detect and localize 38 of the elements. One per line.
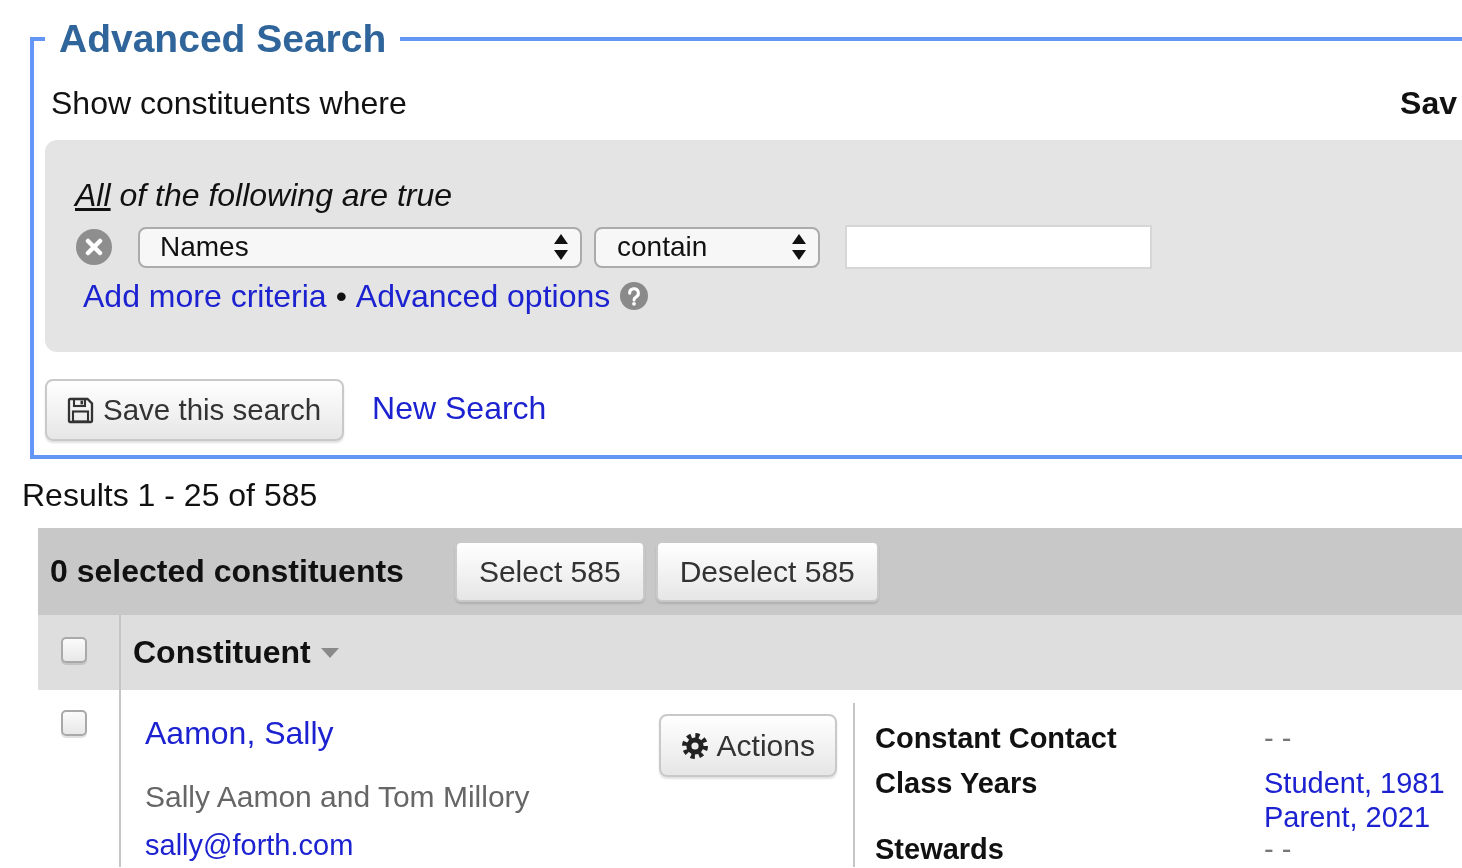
gear-icon [681,732,708,759]
empty-value: - - [1264,721,1292,755]
caret-down-icon [320,647,339,658]
actions-button[interactable]: Actions [658,714,837,777]
email-link[interactable]: sally@forth.com [145,827,354,863]
criteria-link[interactable]: Advanced options [355,277,611,315]
criteria-heading: All of the following are true [75,176,454,214]
selection-button[interactable]: Select 585 [454,541,645,602]
up-down-arrows-icon [554,234,568,260]
help-icon[interactable] [620,282,649,310]
checkbox[interactable] [61,637,87,663]
field-label: Stewards [875,834,1005,864]
value-input[interactable] [845,225,1152,269]
empty-value: - - [1264,834,1292,864]
bullet-separator: • [335,277,347,315]
save-icon [67,396,94,424]
checkbox[interactable] [61,710,87,736]
panel-title: Advanced Search [58,16,388,62]
field-select[interactable]: Names [138,226,582,268]
value-link[interactable]: Parent, 2021 [1264,800,1431,834]
results-summary: Results 1 - 25 of 585 [22,476,318,514]
value-link[interactable]: Student, 1981 [1264,766,1445,800]
bold-label: Sav [1400,84,1457,122]
constituent-description: Sally Aamon and Tom Millory [145,779,530,815]
intro-text: Show constituents where [51,84,407,122]
constituent-name-link[interactable]: Aamon, Sally [145,714,334,752]
field-label: Class Years [875,766,1039,801]
selection-button[interactable]: Deselect 585 [655,541,879,602]
up-down-arrows-icon [792,234,806,260]
save-search-button[interactable]: Save this search [45,379,345,441]
operator-select[interactable]: contain [594,226,820,268]
column-header[interactable]: Constituent [121,615,351,690]
match-mode-link[interactable]: All [75,177,111,213]
new-search-link[interactable]: New Search [372,389,547,427]
selection-count: 0 selected constituents [50,553,404,590]
criteria-link[interactable]: Add more criteria [83,277,327,315]
remove-icon[interactable] [76,229,112,265]
field-label: Constant Contact [875,721,1118,755]
